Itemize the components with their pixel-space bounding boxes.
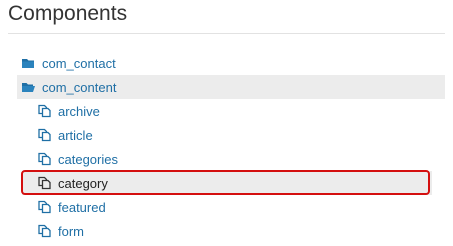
- tree-item-label: form: [58, 223, 84, 239]
- copy-files-icon: [37, 104, 52, 118]
- folder-open-icon: [21, 80, 36, 94]
- tree-item-form[interactable]: form: [22, 219, 432, 243]
- components-panel: Components com_contact com_content archi…: [0, 0, 453, 246]
- copy-files-icon: [37, 152, 52, 166]
- tree-item-label: article: [58, 127, 93, 143]
- tree-item-label: category: [58, 175, 108, 191]
- tree-item-categories[interactable]: categories: [22, 147, 432, 171]
- tree-item-label: com_content: [42, 79, 117, 95]
- copy-files-icon: [37, 200, 52, 214]
- tree-item-label: featured: [58, 199, 106, 215]
- tree-item-article[interactable]: article: [22, 123, 432, 147]
- tree-item-label: com_contact: [42, 55, 116, 71]
- tree-item-category[interactable]: category: [22, 171, 432, 195]
- tree-item-com-content[interactable]: com_content: [17, 75, 445, 99]
- tree-item-label: archive: [58, 103, 100, 119]
- copy-files-icon: [37, 176, 52, 190]
- copy-files-icon: [37, 128, 52, 142]
- component-tree: com_contact com_content archive article …: [0, 0, 453, 246]
- tree-item-archive[interactable]: archive: [22, 99, 432, 123]
- copy-files-icon: [37, 224, 52, 238]
- tree-item-label: categories: [58, 151, 118, 167]
- tree-item-featured[interactable]: featured: [22, 195, 432, 219]
- folder-closed-icon: [21, 56, 36, 70]
- tree-item-com-contact[interactable]: com_contact: [17, 51, 445, 75]
